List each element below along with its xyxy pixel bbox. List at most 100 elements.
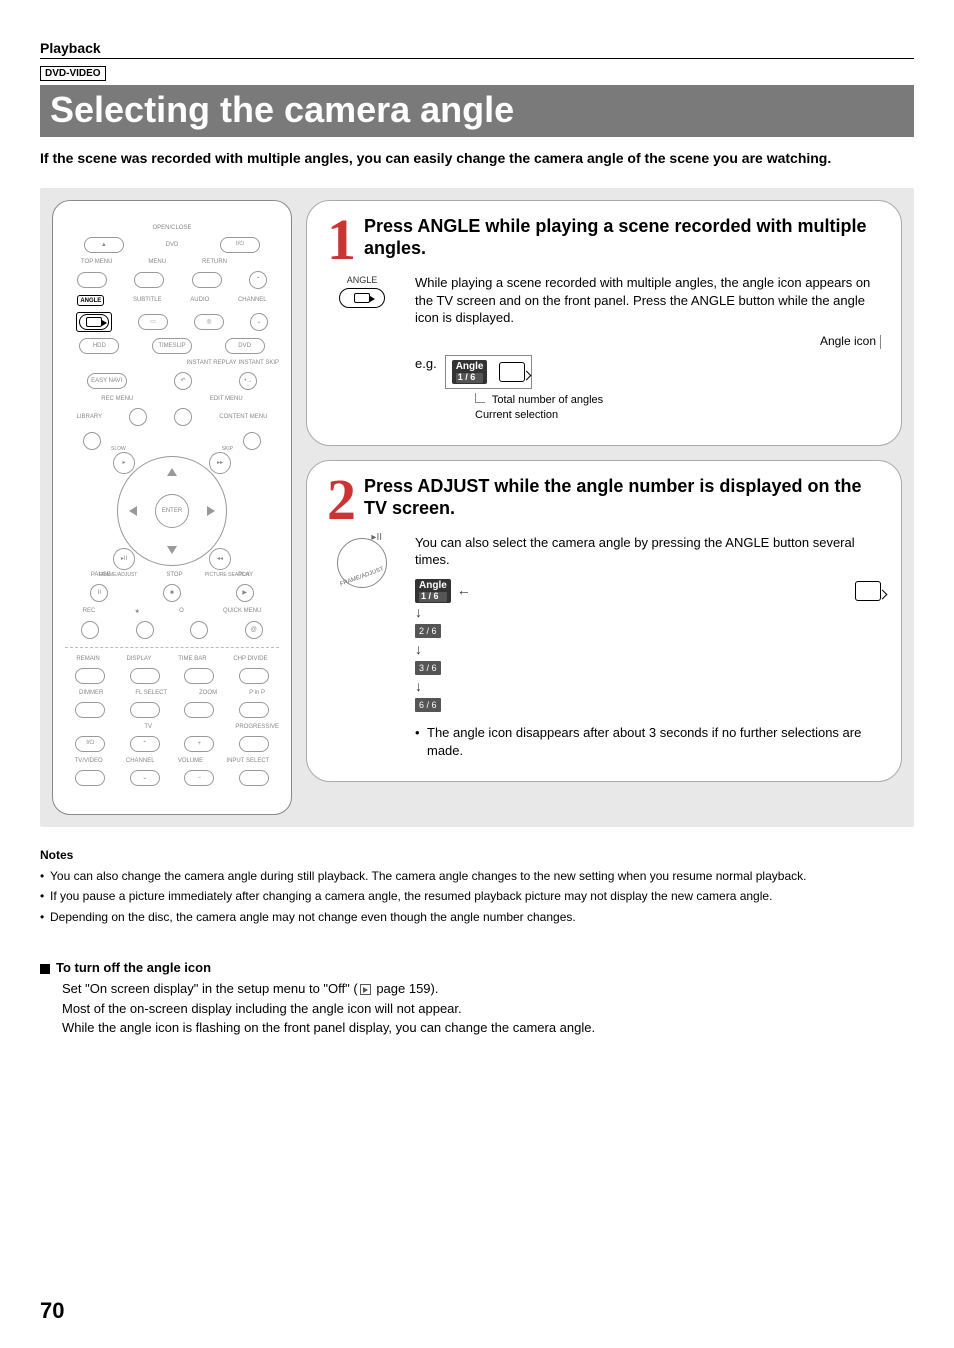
step-1-number: 1 — [327, 215, 356, 264]
slow-button: ▸ — [113, 452, 135, 474]
rec-menu-label: REC MENU — [101, 396, 133, 402]
angle-button — [79, 314, 109, 330]
page-ref-icon — [360, 984, 371, 995]
angle-chip: Angle1 / 6 — [452, 360, 488, 384]
chp-divide-label: CHP DIVIDE — [233, 656, 267, 662]
display-label: DISPLAY — [127, 656, 152, 662]
enter-button: ENTER — [155, 494, 189, 528]
input-select-button — [239, 770, 269, 786]
notes-heading: Notes — [40, 847, 914, 864]
angle-label: ANGLE — [80, 298, 101, 304]
audio-label: AUDIO — [190, 297, 209, 303]
camera-icon — [86, 317, 102, 327]
step-2-button-illustration: ▸II FRAME/ADJUST — [327, 534, 397, 588]
note-item: Depending on the disc, the camera angle … — [40, 909, 914, 926]
tv-volume-label: VOLUME — [178, 758, 203, 764]
quick-menu-label: QUICK MENU — [223, 608, 261, 614]
angle-group-highlight: ANGLE — [77, 295, 104, 306]
rec-label: REC — [83, 608, 96, 614]
return-label: RETURN — [202, 259, 227, 265]
ch-down-button: ⌄ — [250, 313, 268, 331]
instant-replay-label: INSTANT REPLAY — [187, 360, 237, 366]
screen-icon — [499, 362, 525, 382]
return-button — [192, 272, 222, 288]
page-title: Selecting the camera angle — [40, 85, 914, 137]
instant-skip-button: •→ — [239, 372, 257, 390]
section-heading: Playback — [40, 40, 914, 59]
note-item: If you pause a picture immediately after… — [40, 888, 914, 905]
legend-current: Current selection — [475, 408, 881, 423]
star-button — [136, 621, 154, 639]
step-2-note: The angle icon disappears after about 3 … — [415, 724, 881, 759]
angle-button-label: ANGLE — [327, 274, 397, 286]
skip-button: ▸▸ — [209, 452, 231, 474]
tvvideo-button — [75, 770, 105, 786]
rec-menu-button — [129, 408, 147, 426]
progressive-button — [239, 736, 269, 752]
play-button: ▶ — [236, 584, 254, 602]
hdd-button: HDD — [79, 338, 119, 354]
skip-label: SKIP — [222, 446, 233, 452]
slow-label: SLOW — [111, 446, 126, 452]
o-label: O — [179, 608, 184, 614]
content-menu-label: CONTENT MENU — [219, 414, 267, 420]
easy-navi-button: EASY NAVI — [87, 373, 127, 389]
input-select-label: INPUT SELECT — [226, 758, 269, 764]
power-button: I/⏻ — [220, 237, 260, 253]
progressive-label: PROGRESSIVE — [235, 724, 279, 730]
flselect-label: FL SELECT — [135, 690, 167, 696]
tv-channel-label: CHANNEL — [126, 758, 155, 764]
library-button — [83, 432, 101, 450]
format-badge: DVD-VIDEO — [40, 66, 106, 81]
zoom-label: ZOOM — [199, 690, 217, 696]
tvvideo-label: TV/VIDEO — [75, 758, 103, 764]
frame-adjust-button: ▸II — [113, 548, 135, 570]
step-1-body: While playing a scene recorded with mult… — [415, 274, 881, 327]
picture-search-label: PICTURE SEARCH — [205, 572, 249, 578]
quick-menu-button: @ — [245, 621, 263, 639]
top-menu-label: TOP MENU — [81, 259, 112, 265]
pause-button: II — [90, 584, 108, 602]
tv-power-button: I/⏻ — [75, 736, 105, 752]
dimmer-label: DIMMER — [79, 690, 103, 696]
step-2: 2 Press ADJUST while the angle number is… — [306, 460, 902, 782]
step-1-button-illustration: ANGLE — [327, 274, 397, 308]
intro-text: If the scene was recorded with multiple … — [40, 149, 914, 168]
notes-section: Notes You can also change the camera ang… — [40, 847, 914, 926]
open-close-label: OPEN/CLOSE — [152, 225, 191, 231]
top-menu-button — [77, 272, 107, 288]
adjust-button-icon: ▸II FRAME/ADJUST — [337, 538, 387, 588]
dpad: ▸ ▸▸ ▸II ◂◂ ENTER SLOW SKIP FRAME/ADJUST… — [117, 456, 227, 566]
step-1-title: Press ANGLE while playing a scene record… — [364, 215, 881, 260]
step-1: 1 Press ANGLE while playing a scene reco… — [306, 200, 902, 446]
camera-icon — [354, 293, 370, 303]
eg-label: e.g. — [415, 355, 437, 373]
dvd-button: DVD — [225, 338, 265, 354]
screen-icon — [855, 581, 881, 601]
remain-label: REMAIN — [76, 656, 99, 662]
step-2-title: Press ADJUST while the angle number is d… — [364, 475, 881, 520]
tv-ch-up-button: ⌃ — [130, 736, 160, 752]
subtitle-button: ▭ — [138, 314, 168, 330]
tv-section-label: TV — [65, 724, 231, 730]
step-2-body: You can also select the camera angle by … — [415, 534, 881, 569]
picture-search-button: ◂◂ — [209, 548, 231, 570]
square-bullet-icon — [40, 964, 50, 974]
tv-vol-up-button: + — [184, 736, 214, 752]
content-menu-button — [243, 432, 261, 450]
edit-menu-button — [174, 408, 192, 426]
diagram-area: OPEN/CLOSE ▲ DVD I/⏻ TOP MENU MENU RETUR… — [40, 188, 914, 827]
timeslip-button: TIMESLIP — [152, 338, 192, 354]
legend-total: Total number of angles — [475, 393, 881, 408]
note-item: You can also change the camera angle dur… — [40, 868, 914, 885]
o-button — [190, 621, 208, 639]
angle-button-highlight — [76, 312, 112, 332]
library-label: LIBRARY — [77, 414, 103, 420]
turn-off-body: Set "On screen display" in the setup men… — [62, 979, 914, 1038]
remote-illustration: OPEN/CLOSE ▲ DVD I/⏻ TOP MENU MENU RETUR… — [52, 200, 292, 815]
timebar-label: TIME BAR — [178, 656, 206, 662]
menu-label: MENU — [148, 259, 166, 265]
instant-replay-button: ↶ — [174, 372, 192, 390]
edit-menu-label: EDIT MENU — [210, 396, 243, 402]
page-number: 70 — [40, 1298, 64, 1324]
